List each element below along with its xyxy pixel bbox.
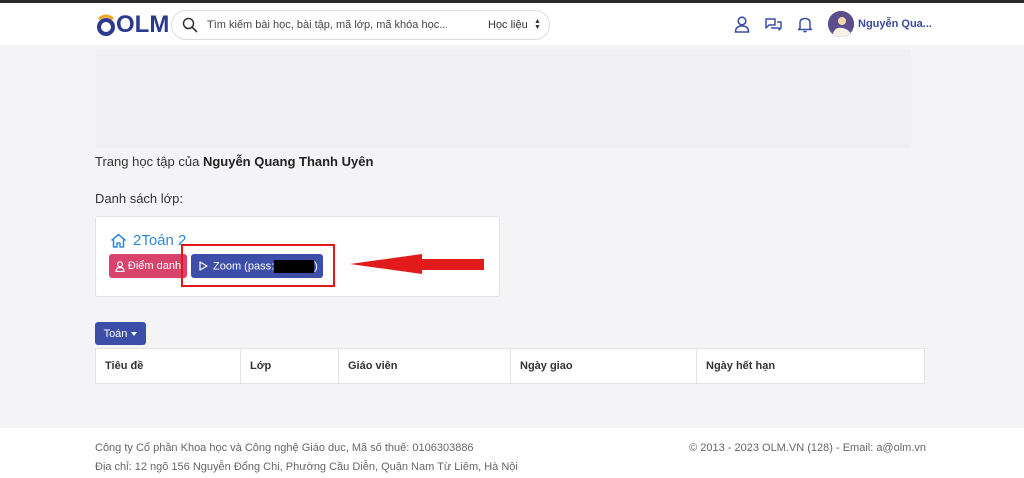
chat-icon[interactable] — [764, 16, 783, 33]
column-header-teacher[interactable]: Giáo viên — [339, 349, 511, 383]
footer-copyright: © 2013 - 2023 OLM.VN (128) - Email: a@ol… — [689, 442, 926, 454]
search-bar[interactable]: Học liệu ▲▼ — [171, 10, 550, 40]
column-header-class[interactable]: Lớp — [241, 349, 339, 383]
olm-logo[interactable]: OLM — [96, 11, 170, 38]
search-icon[interactable] — [182, 17, 198, 33]
attendance-button[interactable]: Điểm danh — [109, 254, 187, 278]
caret-down-icon — [131, 331, 138, 336]
page-title-prefix: Trang học tập của — [95, 154, 200, 169]
column-header-title[interactable]: Tiêu đề — [96, 349, 241, 383]
annotation-highlight-box — [181, 244, 335, 287]
person-icon — [115, 260, 125, 272]
subject-dropdown[interactable]: Toán — [95, 322, 146, 345]
bell-icon[interactable] — [797, 16, 813, 33]
navbar: OLM Học liệu ▲▼ Nguyễn Qua... — [0, 3, 1024, 45]
home-icon — [111, 233, 126, 248]
logo-mark-icon — [97, 14, 115, 36]
user-name[interactable]: Nguyễn Qua... — [858, 18, 932, 30]
attendance-label: Điểm danh — [127, 260, 182, 272]
column-header-assigned-date[interactable]: Ngày giao — [511, 349, 697, 383]
assignments-table-header: Tiêu đề Lớp Giáo viên Ngày giao Ngày hết… — [95, 348, 925, 384]
avatar[interactable] — [828, 11, 854, 37]
column-header-due-date[interactable]: Ngày hết hạn — [697, 349, 924, 383]
annotation-arrow-icon — [350, 254, 484, 274]
page-title: Trang học tập của Nguyễn Quang Thanh Uyê… — [95, 154, 373, 169]
logo-text: OLM — [116, 11, 170, 38]
footer-company: Công ty Cổ phần Khoa học và Công nghệ Gi… — [95, 442, 474, 454]
banner-area — [96, 50, 911, 148]
avatar-image-icon — [828, 11, 854, 37]
footer: Công ty Cổ phần Khoa học và Công nghệ Gi… — [0, 428, 1024, 478]
search-category-select[interactable]: Học liệu — [488, 19, 528, 31]
class-title[interactable]: 2Toán 2 — [133, 232, 186, 249]
user-icon[interactable] — [734, 16, 750, 33]
footer-address: Địa chỉ: 12 ngõ 156 Nguyễn Đổng Chi, Phư… — [95, 461, 518, 473]
class-list-label: Danh sách lớp: — [95, 191, 184, 206]
class-link[interactable]: 2Toán 2 — [110, 232, 186, 249]
search-input[interactable] — [207, 16, 447, 34]
student-name: Nguyễn Quang Thanh Uyên — [202, 154, 374, 169]
select-arrows-icon: ▲ ▼ — [534, 18, 541, 31]
subject-dropdown-label: Toán — [103, 327, 128, 340]
